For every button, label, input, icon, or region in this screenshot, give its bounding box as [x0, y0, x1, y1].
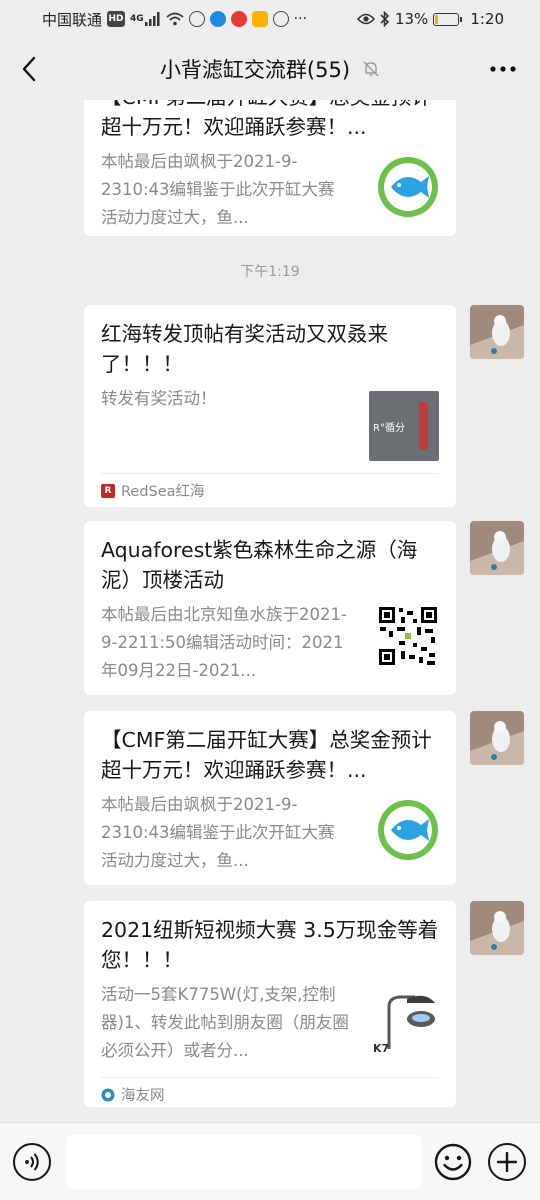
card-description: 转发有奖活动！	[101, 389, 217, 408]
input-bar	[0, 1122, 540, 1200]
bluetooth-icon	[380, 11, 390, 27]
plus-icon	[497, 1152, 517, 1172]
more-icon	[490, 66, 516, 72]
card-title: 【CMF第二届开缸大赛】总奖金预计超十万元！欢迎踊跃参赛！...	[101, 100, 432, 139]
chat-area[interactable]: 【CMF第二届开缸大赛】总奖金预计超十万元！欢迎踊跃参赛！... 本帖最后由飒枫…	[0, 100, 540, 1122]
card-thumbnail	[377, 156, 439, 218]
haiyou-logo-icon	[101, 1088, 115, 1102]
avatar[interactable]	[470, 305, 524, 359]
card-description: 本帖最后由飒枫于2021-9-2310:43编辑鉴于此次开缸大赛活动力度过大，鱼…	[101, 795, 335, 870]
card-description: 活动一5套K775W(灯,支架,控制器)1、转发此帖到朋友圈（朋友圈必须公开）或…	[101, 985, 349, 1060]
title-wrap: 小背滤缸交流群(55)	[160, 54, 380, 84]
emoji-icon	[434, 1143, 472, 1181]
status-left: 中国联通 HD 4G ···	[42, 9, 307, 30]
carrier-label: 中国联通	[42, 10, 103, 29]
thumb-text: R°循分	[373, 422, 405, 434]
compass-icon	[188, 11, 205, 27]
app-badge-icon	[251, 11, 268, 27]
product-shape	[418, 402, 428, 450]
user-avatar-icon	[470, 711, 524, 765]
card-title: 2021纽斯短视频大赛 3.5万现金等着您！！！	[101, 918, 439, 972]
voice-icon	[25, 1153, 39, 1171]
card-body: 转发有奖活动！ R°循分	[101, 385, 439, 461]
card-title: Aquaforest紫色森林生命之源（海泥）顶楼活动	[101, 538, 418, 592]
voice-button[interactable]	[13, 1143, 51, 1181]
card-title: 【CMF第二届开缸大赛】总奖金预计超十万元！欢迎踊跃参赛！...	[101, 728, 432, 782]
battery-fill	[435, 14, 439, 24]
user-avatar-icon	[470, 521, 524, 575]
weibo-icon	[230, 11, 247, 27]
card-source: RedSea红海	[121, 484, 205, 500]
card-footer: R RedSea红海	[101, 473, 439, 507]
shared-link-card[interactable]: Aquaforest紫色森林生命之源（海泥）顶楼活动 本帖最后由北京知鱼水族于2…	[84, 521, 456, 695]
shared-link-card[interactable]: 红海转发顶帖有奖活动又双叒来了！！！ 转发有奖活动！ R°循分 R RedSea…	[84, 305, 456, 507]
shared-link-card[interactable]: 【CMF第二届开缸大赛】总奖金预计超十万元！欢迎踊跃参赛！... 本帖最后由飒枫…	[84, 100, 456, 236]
card-thumbnail	[377, 605, 439, 667]
message-input[interactable]	[66, 1135, 422, 1189]
signal-label: 4G	[130, 14, 144, 24]
avatar[interactable]	[470, 901, 524, 955]
shared-link-card[interactable]: 【CMF第二届开缸大赛】总奖金预计超十万元！欢迎踊跃参赛！... 本帖最后由飒枫…	[84, 711, 456, 885]
chat-header: 小背滤缸交流群(55)	[0, 38, 540, 100]
card-footer: 海友网	[101, 1077, 439, 1111]
card-body: 本帖最后由北京知鱼水族于2021-9-2211:50编辑活动时间：2021年09…	[101, 601, 439, 685]
more-button[interactable]	[486, 52, 520, 86]
fish-logo-icon	[378, 800, 438, 860]
signal-icon: 4G	[130, 12, 161, 26]
plus-button[interactable]	[488, 1143, 526, 1181]
card-body: 本帖最后由飒枫于2021-9-2310:43编辑鉴于此次开缸大赛活动力度过大，鱼…	[101, 148, 439, 232]
card-thumbnail: R°循分	[369, 391, 439, 461]
thumb-text: K7	[373, 1042, 390, 1055]
bell-off-icon	[363, 61, 379, 77]
card-description: 本帖最后由北京知鱼水族于2021-9-2211:50编辑活动时间：2021年09…	[101, 605, 347, 680]
card-description: 本帖最后由飒枫于2021-9-2310:43编辑鉴于此次开缸大赛活动力度过大，鱼…	[101, 152, 335, 227]
status-time: 1:20	[470, 10, 504, 28]
avatar[interactable]	[470, 711, 524, 765]
shared-link-card[interactable]: 2021纽斯短视频大赛 3.5万现金等着您！！！ 活动一5套K775W(灯,支架…	[84, 901, 456, 1107]
qr-code-icon	[377, 605, 439, 667]
battery-percent: 13%	[394, 10, 429, 28]
eye-icon	[356, 13, 375, 25]
wifi-icon	[166, 12, 184, 26]
status-right: 13% 1:20	[356, 10, 504, 28]
battery-icon	[433, 12, 463, 26]
card-thumbnail: K7	[369, 987, 439, 1057]
card-body: 活动一5套K775W(灯,支架,控制器)1、转发此帖到朋友圈（朋友圈必须公开）或…	[101, 981, 439, 1065]
card-source: 海友网	[121, 1088, 165, 1104]
hd-icon: HD	[107, 11, 126, 27]
status-overflow: ···	[293, 11, 308, 27]
message-timestamp: 下午1:19	[240, 264, 300, 280]
send-icon	[272, 11, 289, 27]
user-avatar-icon	[470, 901, 524, 955]
chat-title: 小背滤缸交流群(55)	[159, 58, 351, 82]
app-notification-icon	[209, 11, 226, 27]
fish-logo-icon	[378, 157, 438, 217]
card-thumbnail	[377, 799, 439, 861]
redsea-logo-icon: R	[101, 483, 115, 498]
card-title: 红海转发顶帖有奖活动又双叒来了！！！	[101, 322, 388, 376]
chevron-left-icon	[22, 56, 36, 82]
card-body: 本帖最后由飒枫于2021-9-2310:43编辑鉴于此次开缸大赛活动力度过大，鱼…	[101, 791, 439, 875]
user-avatar-icon	[470, 305, 524, 359]
back-button[interactable]	[14, 52, 44, 86]
emoji-button[interactable]	[434, 1143, 472, 1181]
avatar[interactable]	[470, 521, 524, 575]
status-bar: 中国联通 HD 4G ··· 13% 1:20	[0, 0, 540, 38]
